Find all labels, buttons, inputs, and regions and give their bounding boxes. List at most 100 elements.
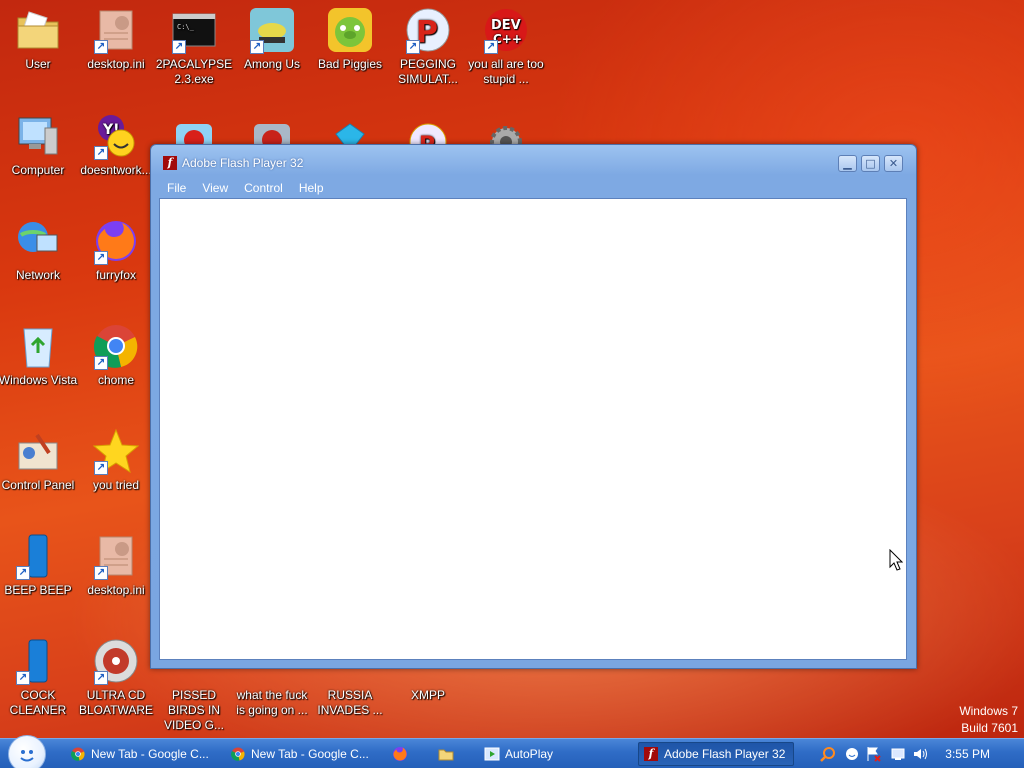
desktop-icon-user[interactable]: User — [0, 6, 78, 72]
desktop-icon-cock-cleaner[interactable]: ↗ COCK CLEANER — [0, 637, 78, 718]
taskbar-item-explorer[interactable] — [434, 742, 464, 766]
icon-label: XMPP — [410, 688, 445, 702]
minimize-icon: ▁ — [843, 157, 852, 170]
icon-label: ULTRA CD BLOATWARE — [78, 688, 153, 717]
window-title: Adobe Flash Player 32 — [182, 156, 304, 170]
icon-label: 2PACALYPSE 2.3.exe — [155, 57, 233, 86]
icon-label: Control Panel — [1, 478, 75, 492]
blue-tube-icon: ↗ — [14, 532, 62, 580]
system-tray: 3:55 PM — [814, 739, 1024, 768]
minimize-button[interactable]: ▁ — [838, 155, 857, 172]
flag-icon[interactable] — [866, 746, 882, 762]
desktop-icon-among-us[interactable]: ↗ Among Us — [232, 6, 312, 72]
chrome-icon — [230, 746, 246, 762]
bad-piggies-icon — [326, 6, 374, 54]
among-us-icon: ↗ — [248, 6, 296, 54]
desktop-icon-network[interactable]: Network — [0, 217, 78, 283]
console-icon: C:\_ ↗ — [170, 6, 218, 54]
mouse-cursor-icon — [889, 549, 903, 571]
icon-label: furryfox — [95, 268, 136, 282]
flash-content-area[interactable] — [159, 198, 907, 660]
icon-label: what the fuck is going on ... — [236, 688, 308, 717]
flash-player-window[interactable]: f Adobe Flash Player 32 ▁ □ ✕ File View … — [150, 144, 917, 669]
cd-icon: ↗ — [92, 637, 140, 685]
icon-label: Network — [15, 268, 60, 282]
desktop-icon-2pacalypse[interactable]: C:\_ ↗ 2PACALYPSE 2.3.exe — [154, 6, 234, 87]
start-button[interactable] — [8, 735, 46, 768]
settings-file-icon: ↗ — [92, 6, 140, 54]
icon-label: BEEP BEEP — [4, 583, 72, 597]
flash-icon: f — [163, 156, 177, 170]
maximize-icon: □ — [865, 157, 876, 170]
icon-label: COCK CLEANER — [9, 688, 67, 717]
taskbar-item-firefox[interactable] — [388, 742, 418, 766]
watermark-os: Windows 7 — [959, 704, 1018, 718]
icon-label: you tried — [92, 478, 140, 492]
taskbar-item-label: New Tab - Google C... — [251, 747, 369, 761]
icon-label: desktop.ini — [87, 57, 145, 71]
icon-label: chome — [97, 373, 135, 387]
recycle-bin-icon — [14, 322, 62, 370]
windows-watermark: Windows 7 Build 7601 — [959, 703, 1018, 737]
menu-file[interactable]: File — [159, 181, 194, 195]
star-icon: ↗ — [92, 427, 140, 475]
icon-label: you all are too stupid ... — [468, 57, 544, 86]
close-button[interactable]: ✕ — [884, 155, 903, 172]
taskbar-item-autoplay[interactable]: AutoPlay — [480, 742, 630, 766]
folder-icon — [14, 6, 62, 54]
icon-label: desktop.ini — [87, 583, 145, 597]
desktop-icon-yahoo-messenger[interactable]: Y! ↗ doesntwork... — [76, 112, 156, 178]
network-tray-icon[interactable] — [890, 746, 906, 762]
autoplay-icon — [484, 746, 500, 762]
yahoo-messenger-icon: Y! ↗ — [92, 112, 140, 160]
computer-icon — [14, 112, 62, 160]
svg-text:DEV: DEV — [491, 18, 521, 33]
messenger-icon[interactable] — [844, 746, 860, 762]
peggle-icon: P ↗ — [404, 6, 452, 54]
icon-label: Bad Piggies — [317, 57, 383, 71]
desktop-icon-computer[interactable]: Computer — [0, 112, 78, 178]
taskbar-item-label: AutoPlay — [505, 747, 554, 761]
icon-label: Windows Vista — [0, 373, 78, 387]
icon-label: Computer — [11, 163, 65, 177]
menu-help[interactable]: Help — [291, 181, 332, 195]
desktop-icon-windows-vista[interactable]: Windows Vista — [0, 322, 78, 388]
clock[interactable]: 3:55 PM — [945, 747, 990, 761]
menu-view[interactable]: View — [194, 181, 236, 195]
taskbar-item-flash-player[interactable]: f Adobe Flash Player 32 — [638, 742, 794, 766]
volume-icon[interactable] — [912, 746, 928, 762]
blue-tube-icon: ↗ — [14, 637, 62, 685]
desktop-icon-ultra-cd-bloatware[interactable]: ↗ ULTRA CD BLOATWARE — [76, 637, 156, 718]
chrome-icon: ↗ — [92, 322, 140, 370]
start-face-icon — [20, 750, 34, 762]
desktop-icon-control-panel[interactable]: Control Panel — [0, 427, 78, 493]
search-icon[interactable] — [820, 746, 836, 762]
settings-file-icon: ↗ — [92, 532, 140, 580]
firefox-icon — [392, 746, 408, 762]
desktop-icon-chome[interactable]: ↗ chome — [76, 322, 156, 388]
maximize-button[interactable]: □ — [861, 155, 880, 172]
desktop-icon-desktop-ini-2[interactable]: ↗ desktop.ini — [76, 532, 156, 598]
desktop-icon-you-tried[interactable]: ↗ you tried — [76, 427, 156, 493]
taskbar: New Tab - Google C... New Tab - Google C… — [0, 735, 1024, 768]
desktop-icon-dev-cpp[interactable]: DEV C++ ↗ you all are too stupid ... — [466, 6, 546, 87]
desktop-icon-furryfox[interactable]: ↗ furryfox — [76, 217, 156, 283]
taskbar-item-chrome-1[interactable]: New Tab - Google C... — [66, 742, 218, 766]
taskbar-item-label: New Tab - Google C... — [91, 747, 209, 761]
svg-text:C:\_: C:\_ — [177, 23, 195, 31]
network-icon — [14, 217, 62, 265]
dev-cpp-icon: DEV C++ ↗ — [482, 6, 530, 54]
taskbar-item-chrome-2[interactable]: New Tab - Google C... — [226, 742, 378, 766]
desktop-icon-pegging-simulator[interactable]: P ↗ PEGGING SIMULAT... — [388, 6, 468, 87]
control-panel-icon — [14, 427, 62, 475]
icon-label: Among Us — [243, 57, 301, 71]
chrome-icon — [70, 746, 86, 762]
flash-icon: f — [643, 746, 659, 762]
desktop-icon-desktop-ini[interactable]: ↗ desktop.ini — [76, 6, 156, 72]
firefox-icon: ↗ — [92, 217, 140, 265]
explorer-folder-icon — [438, 746, 454, 762]
desktop-icon-beep-beep[interactable]: ↗ BEEP BEEP — [0, 532, 78, 598]
window-titlebar[interactable]: f Adobe Flash Player 32 ▁ □ ✕ — [151, 145, 916, 179]
menu-control[interactable]: Control — [236, 181, 291, 195]
desktop-icon-bad-piggies[interactable]: Bad Piggies — [310, 6, 390, 72]
